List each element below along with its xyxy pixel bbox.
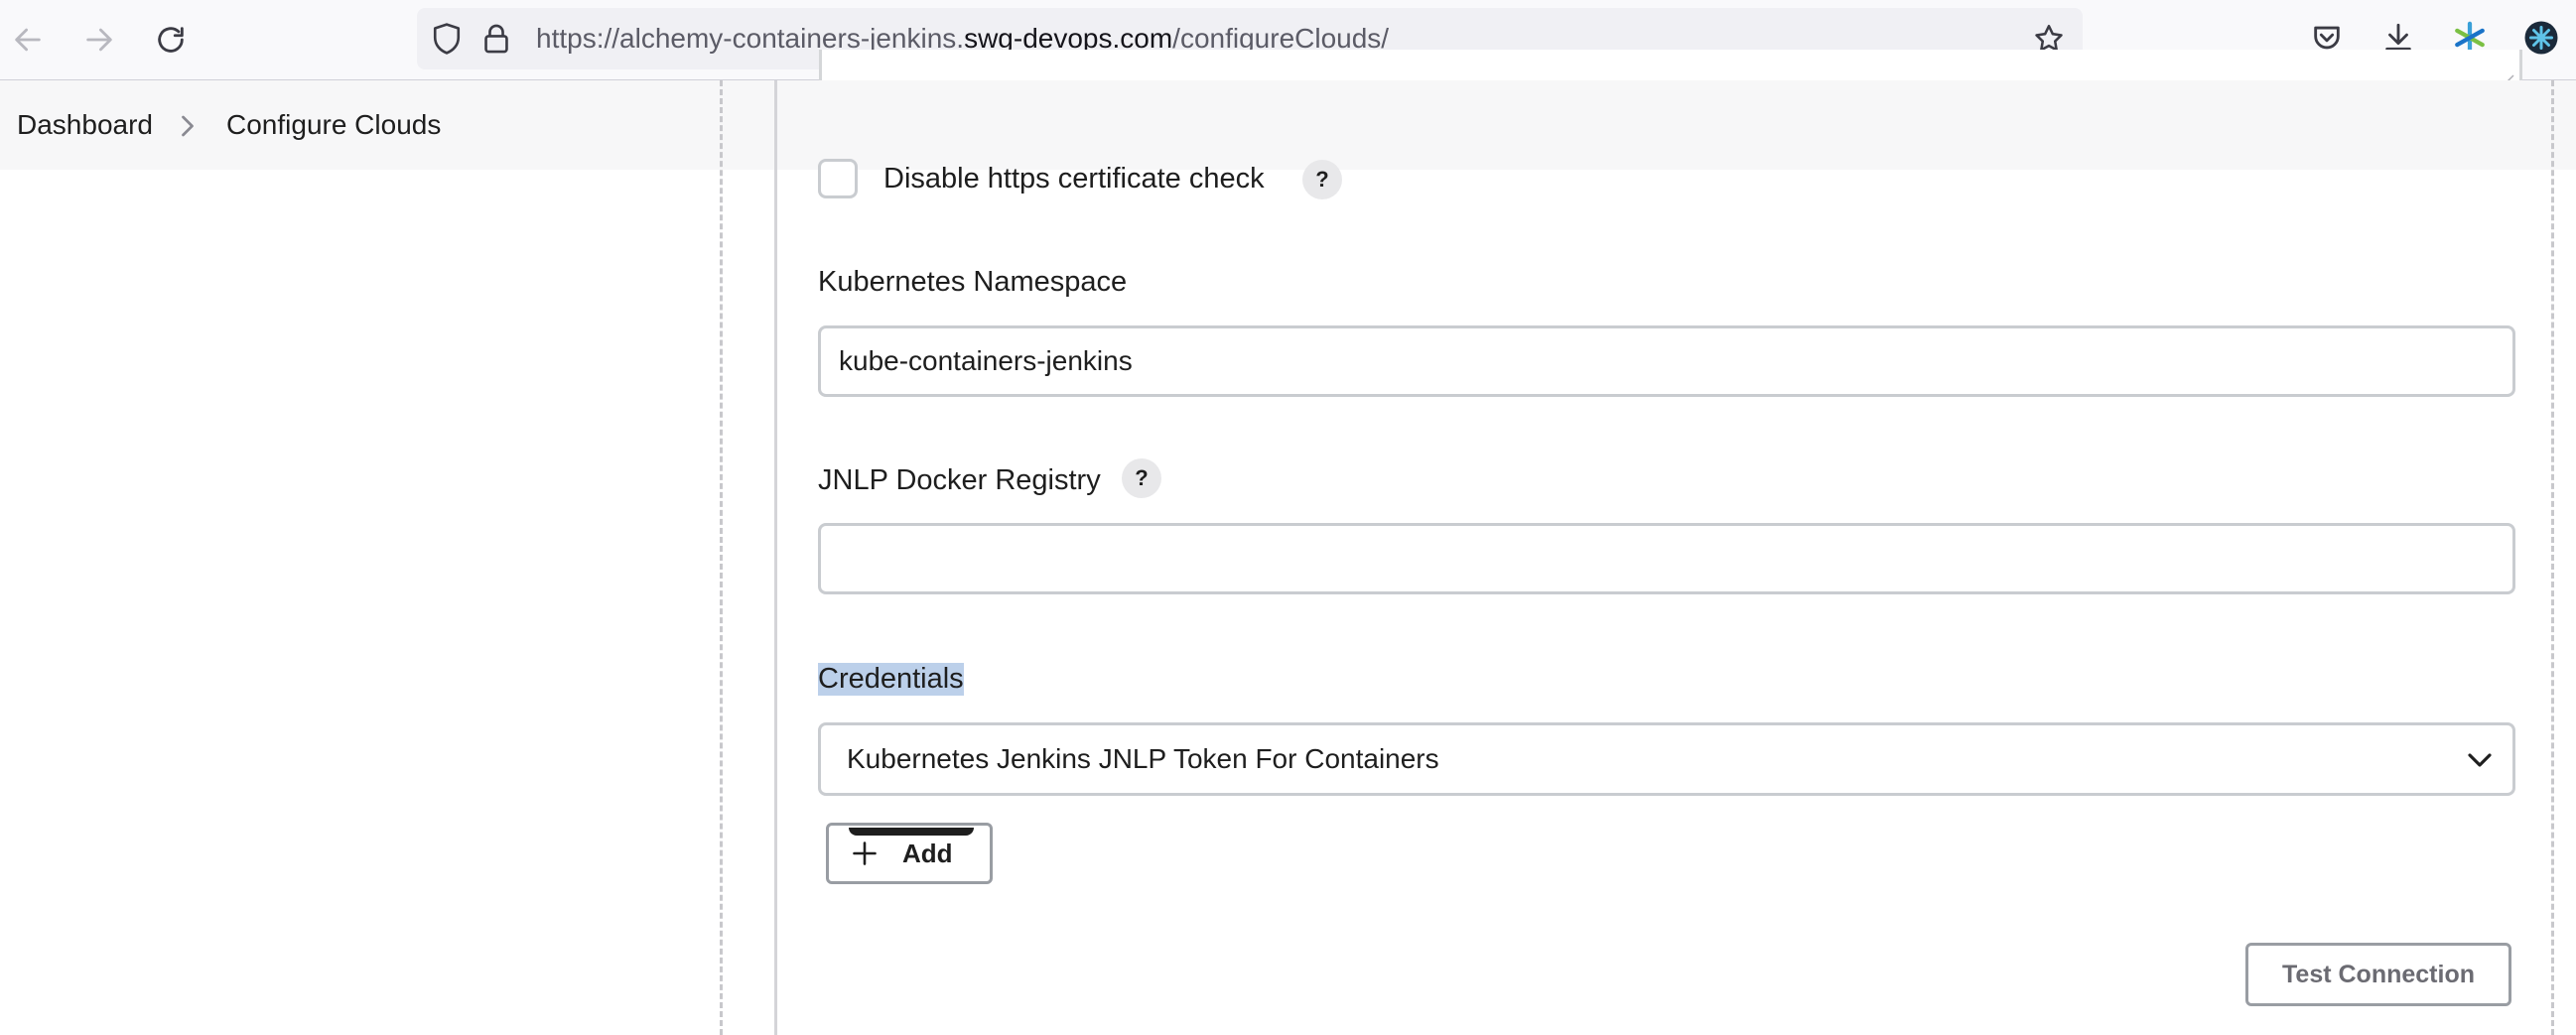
- section-divider: [2551, 80, 2554, 1035]
- jnlp-registry-input[interactable]: [818, 523, 2515, 594]
- back-icon[interactable]: [6, 18, 50, 62]
- disable-https-checkbox[interactable]: [818, 159, 858, 198]
- breadcrumb-dashboard[interactable]: Dashboard: [17, 80, 153, 170]
- shield-icon[interactable]: [425, 17, 469, 61]
- credentials-selected-value: Kubernetes Jenkins JNLP Token For Contai…: [847, 743, 1439, 774]
- test-connection-button[interactable]: Test Connection: [2245, 943, 2511, 1006]
- help-icon[interactable]: ?: [1302, 160, 1342, 199]
- credentials-select[interactable]: Kubernetes Jenkins JNLP Token For Contai…: [818, 722, 2515, 796]
- reload-icon[interactable]: [149, 18, 193, 62]
- breadcrumb: Dashboard Configure Clouds: [0, 80, 2576, 170]
- section-border: [774, 80, 777, 1035]
- forward-icon[interactable]: [77, 18, 121, 62]
- credentials-label: Credentials: [818, 663, 964, 696]
- add-button-label: Add: [902, 839, 953, 868]
- chevron-down-icon: [2468, 753, 2492, 767]
- plus-icon: [853, 841, 877, 865]
- section-divider: [720, 80, 723, 1035]
- lock-icon[interactable]: [475, 17, 518, 61]
- jnlp-registry-label: JNLP Docker Registry: [818, 464, 1101, 496]
- breadcrumb-configure-clouds[interactable]: Configure Clouds: [226, 80, 441, 170]
- chevron-right-icon: [179, 114, 197, 138]
- profile-icon[interactable]: [2519, 16, 2563, 60]
- disable-https-label: Disable https certificate check: [883, 163, 1265, 194]
- help-icon[interactable]: ?: [1122, 458, 1161, 498]
- add-credentials-button[interactable]: Add: [826, 823, 993, 884]
- namespace-input[interactable]: [818, 325, 2515, 397]
- namespace-label: Kubernetes Namespace: [818, 266, 1128, 298]
